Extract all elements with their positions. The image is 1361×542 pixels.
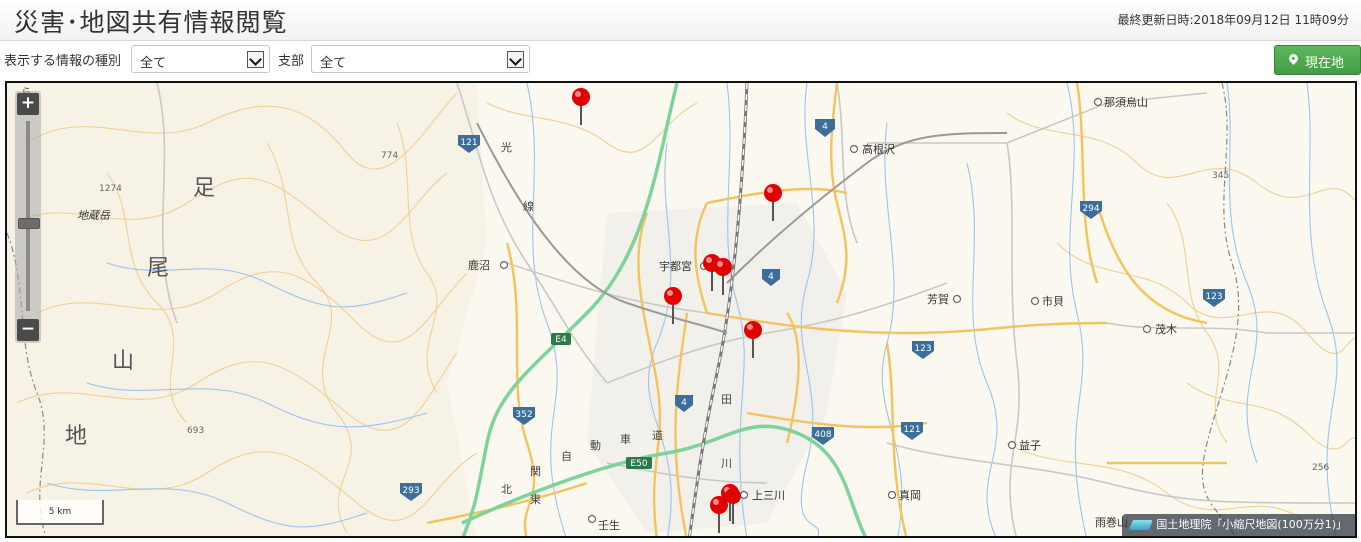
- map-label-ichikai: 市貝: [1042, 294, 1064, 308]
- expressway-shield: E4: [551, 333, 571, 345]
- svg-text:408: 408: [814, 430, 831, 440]
- elevation-label: 1274: [99, 184, 122, 194]
- expressway-label: 関: [530, 465, 541, 478]
- expressway-label: 北: [501, 483, 512, 496]
- map-label-utsunomiya: 宇都宮: [659, 259, 692, 273]
- base-map[interactable]: 宇都宮 鹿沼 高根沢 那須烏山 芳賀 市貝 茂木 益子 上三川 真岡 壬生 雨巻…: [7, 83, 1357, 538]
- last-updated-text: 最終更新日時:2018年09月12日 11時09分: [1117, 13, 1349, 27]
- svg-text:123: 123: [1205, 292, 1222, 302]
- elevation-label: 345: [1212, 171, 1229, 181]
- info-type-value: 全て: [140, 56, 167, 71]
- svg-text:121: 121: [460, 138, 477, 148]
- zoom-control: + −: [15, 91, 41, 343]
- expressway-label: 東: [530, 493, 541, 506]
- expressway-label: 車: [620, 432, 631, 446]
- expressway-shield: E50: [626, 457, 652, 469]
- expressway-label: 道: [652, 428, 663, 442]
- map-label-takanezawa: 高根沢: [862, 142, 895, 156]
- svg-text:4: 4: [822, 122, 828, 132]
- elevation-label: 693: [187, 426, 204, 436]
- map-label-nasukarasuyama: 那須烏山: [1104, 95, 1148, 109]
- map-marker-icon: [1287, 52, 1300, 65]
- expressway-label: 動: [590, 438, 601, 452]
- map-label-kaminokawa: 上三川: [752, 489, 785, 502]
- branch-select[interactable]: 全て: [311, 45, 530, 73]
- svg-text:293: 293: [402, 486, 419, 496]
- railway-label: 光: [501, 140, 512, 154]
- expressway-label: 自: [561, 450, 572, 463]
- elevation-label: 774: [381, 151, 398, 161]
- map-label-kanuma: 鹿沼: [468, 258, 490, 272]
- river-label: 川: [721, 457, 732, 470]
- map-label-mooka: 真岡: [899, 488, 921, 502]
- map-label-mibu: 壬生: [598, 518, 620, 532]
- svg-text:4: 4: [768, 272, 774, 282]
- svg-text:123: 123: [914, 344, 931, 354]
- chevron-down-icon: [247, 51, 264, 68]
- zoom-slider-handle[interactable]: [18, 218, 40, 229]
- mountain-area: [7, 83, 487, 536]
- attribution-text: 国土地理院「小縮尺地図(100万分1)」: [1156, 518, 1347, 531]
- info-type-select[interactable]: 全て: [131, 45, 270, 73]
- branch-value: 全て: [320, 56, 347, 71]
- river-label: 田: [721, 393, 732, 406]
- chevron-down-icon: [507, 51, 524, 68]
- svg-text:294: 294: [1082, 204, 1099, 214]
- range-label: 山: [112, 349, 134, 374]
- map-viewport[interactable]: 宇都宮 鹿沼 高根沢 那須烏山 芳賀 市貝 茂木 益子 上三川 真岡 壬生 雨巻…: [5, 81, 1357, 538]
- header-bar: 災害･地図共有情報閲覧 最終更新日時:2018年09月12日 11時09分: [0, 0, 1361, 41]
- info-type-label: 表示する情報の種別: [4, 54, 122, 69]
- page-title: 災害･地図共有情報閲覧: [14, 8, 288, 37]
- svg-text:352: 352: [515, 410, 532, 420]
- filter-bar: 表示する情報の種別 全て 支部 全て: [0, 44, 1361, 76]
- scale-bar: 5 km: [16, 500, 104, 525]
- current-location-label: 現在地: [1305, 56, 1345, 71]
- svg-text:121: 121: [903, 425, 920, 435]
- svg-text:4: 4: [681, 398, 687, 408]
- map-label-jizodake: 地蔵岳: [77, 209, 111, 222]
- svg-text:E50: E50: [630, 459, 647, 469]
- branch-label: 支部: [278, 54, 305, 69]
- scale-bar-label: 5 km: [48, 507, 72, 517]
- map-label-motegi: 茂木: [1155, 322, 1177, 336]
- range-label: 尾: [147, 256, 169, 281]
- map-attribution[interactable]: 国土地理院「小縮尺地図(100万分1)」: [1122, 514, 1355, 536]
- map-label-mashiko: 益子: [1019, 438, 1041, 452]
- zoom-slider-track[interactable]: [26, 121, 30, 311]
- gsi-logo-icon: [1129, 520, 1154, 530]
- range-label: 足: [193, 176, 215, 201]
- current-location-button[interactable]: 現在地: [1274, 45, 1361, 75]
- svg-text:E4: E4: [555, 335, 567, 345]
- zoom-out-button[interactable]: −: [17, 319, 39, 341]
- range-label: 地: [65, 424, 87, 449]
- map-label-haga: 芳賀: [927, 292, 949, 306]
- zoom-in-button[interactable]: +: [17, 93, 39, 115]
- elevation-label: 256: [1312, 463, 1329, 473]
- railway-label: 線: [523, 199, 534, 213]
